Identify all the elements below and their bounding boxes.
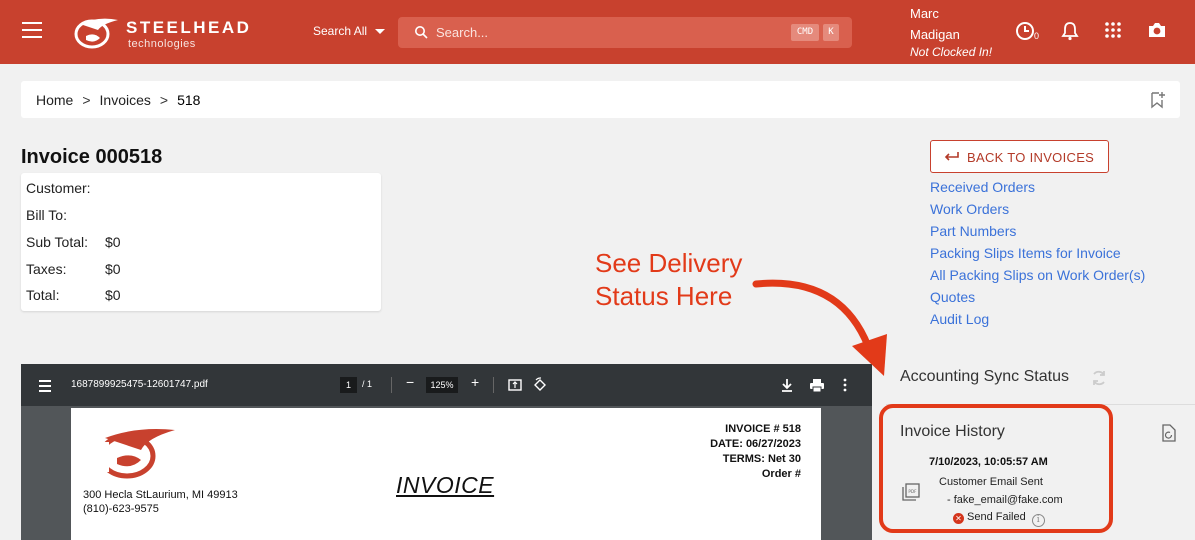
pdf-zoom-level[interactable]: 125% [426,377,458,393]
company-address: 300 Hecla StLaurium, MI 49913 (810)-623-… [83,488,238,516]
page-title: Invoice 000518 [21,146,163,168]
field-label: Sub Total: [26,234,89,250]
breadcrumb-bar: Home > Invoices >518 [21,81,1180,118]
user-last-name: Madigan [910,27,960,42]
summary-row: Taxes: $0 [26,261,121,277]
caret-down-icon [375,29,386,35]
link-received-orders[interactable]: Received Orders [930,176,1145,198]
pdf-document-title: INVOICE [396,472,495,498]
clock-status: Not Clocked In! [910,45,993,59]
breadcrumb: Home > Invoices >518 [36,92,200,108]
search-scope-dropdown[interactable]: Search All [313,24,386,38]
search-input[interactable] [436,22,736,43]
bell-icon[interactable] [1061,21,1079,41]
zoom-in-icon[interactable]: + [471,374,479,390]
link-audit-log[interactable]: Audit Log [930,308,1145,330]
toolbar-separator [391,377,392,393]
brand-subtitle: technologies [128,38,196,50]
invoice-terms: TERMS: Net 30 [722,453,801,465]
user-menu[interactable]: Marc Madigan Not Clocked In! [910,3,992,60]
breadcrumb-current: 518 [177,92,201,108]
field-value: $0 [105,261,121,277]
field-label: Bill To: [26,207,67,223]
steelhead-logo-icon [74,18,118,49]
address-line: 300 Hecla StLaurium, MI 49913 [83,489,238,501]
phone-line: (810)-623-9575 [83,503,159,515]
print-icon[interactable] [809,377,825,393]
apps-grid-icon[interactable] [1104,21,1122,39]
clock-icon[interactable]: 0 [1015,21,1041,50]
download-icon[interactable] [780,377,794,393]
annotation-line: Status Here [595,281,733,311]
shortcut-key-cmd: CMD [791,24,819,41]
back-to-invoices-button[interactable]: BACK TO INVOICES [930,140,1109,173]
related-links: Received Orders Work Orders Part Numbers… [930,176,1145,330]
annotation-line: See Delivery [595,248,743,278]
invoice-meta: INVOICE # 518 DATE: 06/27/2023 TERMS: Ne… [710,422,801,482]
document-refresh-icon[interactable] [1160,424,1177,443]
breadcrumb-home[interactable]: Home [36,92,73,108]
company-logo-icon [97,429,175,479]
top-bar: STEELHEAD technologies Search All CMD K … [0,0,1195,64]
pdf-filename: 1687899925475-12601747.pdf [71,379,208,390]
search-icon [415,26,428,39]
order-number: Order # [761,468,801,480]
link-work-orders[interactable]: Work Orders [930,198,1145,220]
pdf-page-total: / 1 [362,379,373,389]
breadcrumb-invoices[interactable]: Invoices [100,92,151,108]
pdf-toolbar: 1687899925475-12601747.pdf 1 / 1 − 125% … [21,364,872,406]
field-label: Total: [26,287,60,303]
rotate-icon[interactable] [532,377,548,393]
link-quotes[interactable]: Quotes [930,286,1145,308]
sync-icon[interactable] [1089,368,1109,388]
field-value: $0 [105,287,121,303]
pdf-page: 300 Hecla StLaurium, MI 49913 (810)-623-… [71,408,821,540]
user-first-name: Marc [910,6,939,21]
invoice-summary-card: Customer: Bill To: Sub Total: $0 Taxes: $0… [21,173,381,311]
summary-row: Total: $0 [26,287,121,303]
summary-row: Customer: [26,180,91,196]
invoice-date: DATE: 06/27/2023 [710,438,801,450]
invoice-number: INVOICE # 518 [725,423,801,435]
summary-row: Sub Total: $0 [26,234,121,250]
clock-badge: 0 [1034,31,1040,41]
shortcut-key-k: K [823,24,839,41]
summary-row: Bill To: [26,207,67,223]
field-label: Taxes: [26,261,67,277]
return-arrow-icon [944,152,959,161]
toolbar-separator [493,377,494,393]
brand-name: STEELHEAD [126,18,252,37]
link-all-packing-slips[interactable]: All Packing Slips on Work Order(s) [930,264,1145,286]
camera-icon[interactable] [1147,21,1167,39]
chevron-right-icon: > [159,92,169,108]
pdf-viewer[interactable]: 1687899925475-12601747.pdf 1 / 1 − 125% … [21,364,872,540]
back-button-label: BACK TO INVOICES [967,150,1095,165]
menu-icon[interactable] [22,22,42,38]
field-label: Customer: [26,180,91,196]
accounting-sync-title: Accounting Sync Status [900,368,1069,385]
field-value: $0 [105,234,121,250]
search-scope-label: Search All [313,24,368,38]
pdf-page-input[interactable]: 1 [340,377,357,393]
fit-page-icon[interactable] [507,377,523,393]
search-box[interactable]: CMD K [398,17,852,48]
bookmark-add-icon[interactable] [1150,91,1166,109]
link-part-numbers[interactable]: Part Numbers [930,220,1145,242]
pdf-menu-icon[interactable] [39,380,51,395]
zoom-out-icon[interactable]: − [406,374,414,390]
highlight-box [879,404,1113,533]
chevron-right-icon: > [82,92,91,108]
annotation-text: See Delivery Status Here [595,247,742,313]
more-vert-icon[interactable] [841,377,849,393]
link-packing-slips-items[interactable]: Packing Slips Items for Invoice [930,242,1145,264]
